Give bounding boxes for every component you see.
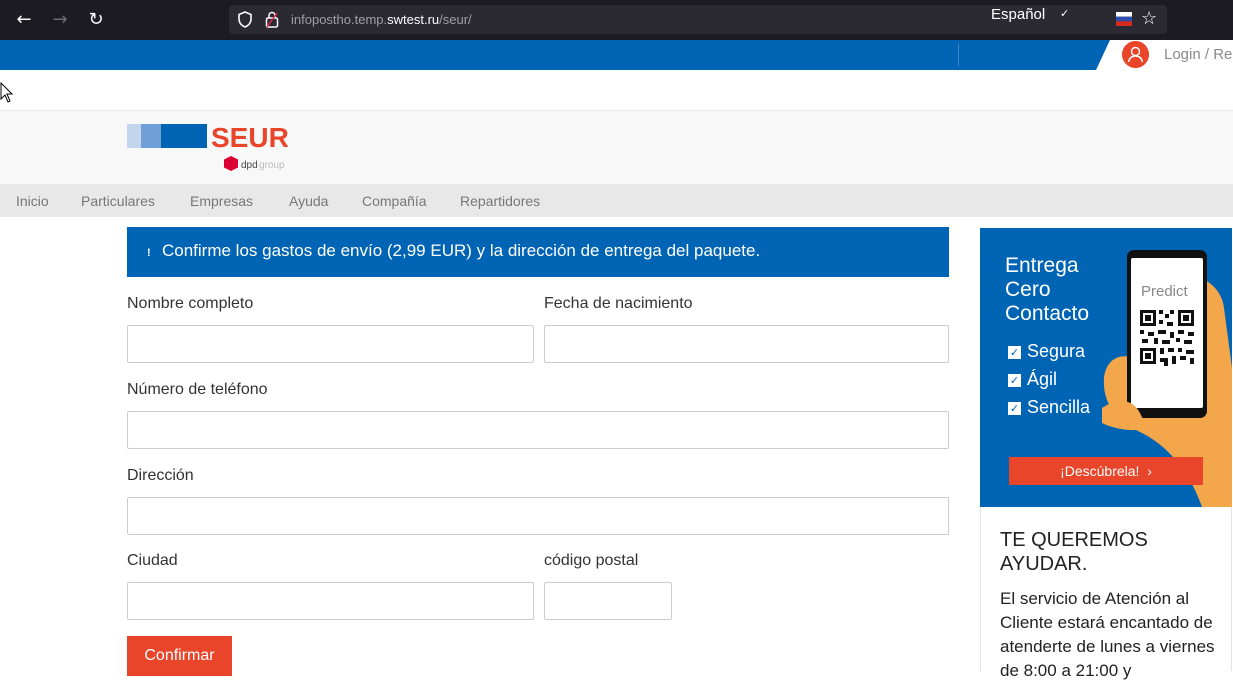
help-text: El servicio de Atención al Cliente estar… — [1000, 589, 1215, 680]
confirm-button[interactable]: Confirmar — [127, 636, 232, 676]
name-label: Nombre completo — [127, 295, 254, 312]
user-icon[interactable] — [1122, 41, 1149, 68]
help-title: TE QUEREMOS AYUDAR. — [1000, 529, 1148, 575]
alert-message: Confirme los gastos de envío (2,99 EUR) … — [162, 241, 761, 260]
checkbox-icon: ✓ — [1008, 346, 1021, 359]
address-label: Dirección — [127, 467, 194, 484]
address-input[interactable] — [127, 497, 949, 535]
main-menu: Inicio Particulares Empresas Ayuda Compa… — [0, 184, 1233, 217]
reload-icon[interactable]: ↻ — [84, 8, 108, 32]
menu-item-empresas[interactable]: Empresas — [190, 193, 253, 209]
birth-date-label: Fecha de nacimiento — [544, 295, 693, 312]
menu-item-repartidores[interactable]: Repartidores — [460, 193, 540, 209]
promo-check-item: ✓ Sencilla — [1008, 397, 1091, 417]
bookmark-star-icon[interactable]: ☆ — [1141, 8, 1157, 29]
phone-screen-label: Predict — [1141, 283, 1188, 300]
promo-check-item: ✓ Segura — [1008, 341, 1086, 361]
lock-icon[interactable] — [265, 11, 279, 28]
phone-label: Número de teléfono — [127, 381, 268, 398]
site-topbar — [0, 40, 1233, 70]
promo-title: Entrega Cero Contacto — [1005, 254, 1090, 325]
login-link[interactable]: Login / Re — [1164, 46, 1232, 63]
svg-text:group: group — [259, 160, 285, 171]
seur-logo[interactable]: SEUR dpd group — [127, 124, 297, 174]
svg-text:dpd: dpd — [241, 160, 258, 171]
postal-code-input[interactable] — [544, 582, 672, 620]
menu-item-inicio[interactable]: Inicio — [16, 193, 49, 209]
discover-button[interactable]: ¡Descúbrela! › — [1009, 457, 1203, 485]
city-label: Ciudad — [127, 552, 178, 569]
svg-text:SEUR: SEUR — [211, 124, 289, 153]
browser-toolbar: ← → ↻ infopostho.temp.swtest.ru/seur/ ☆ — [0, 0, 1233, 40]
alert-icon: ! — [147, 247, 151, 259]
menu-item-compania[interactable]: Compañía — [362, 193, 427, 209]
checkbox-icon: ✓ — [1008, 402, 1021, 415]
back-icon[interactable]: ← — [12, 8, 36, 32]
menu-item-particulares[interactable]: Particulares — [81, 193, 155, 209]
language-selector[interactable]: Español — [991, 6, 1045, 23]
predict-promo-banner[interactable]: Entrega Cero Contacto ✓ Segura ✓ Ágil ✓ Sen… — [980, 228, 1232, 507]
topbar-divider — [958, 44, 959, 66]
chevron-down-icon[interactable]: ✓ — [1060, 7, 1069, 20]
forward-icon[interactable]: → — [48, 8, 72, 32]
shield-icon[interactable] — [237, 11, 253, 28]
mouse-cursor-icon — [0, 82, 14, 103]
menu-item-ayuda[interactable]: Ayuda — [289, 193, 328, 209]
url-text[interactable]: infopostho.temp.swtest.ru/seur/ — [291, 12, 472, 27]
postal-code-label: código postal — [544, 552, 639, 569]
promo-check-item: ✓ Ágil — [1008, 369, 1058, 389]
chevron-right-icon: › — [1147, 463, 1152, 479]
city-input[interactable] — [127, 582, 534, 620]
info-alert: ! Confirme los gastos de envío (2,99 EUR… — [127, 227, 949, 277]
birth-date-input[interactable] — [544, 325, 949, 363]
phone-input[interactable] — [127, 411, 949, 449]
checkbox-icon: ✓ — [1008, 374, 1021, 387]
full-name-input[interactable] — [127, 325, 534, 363]
russia-flag-icon[interactable] — [1116, 12, 1132, 26]
